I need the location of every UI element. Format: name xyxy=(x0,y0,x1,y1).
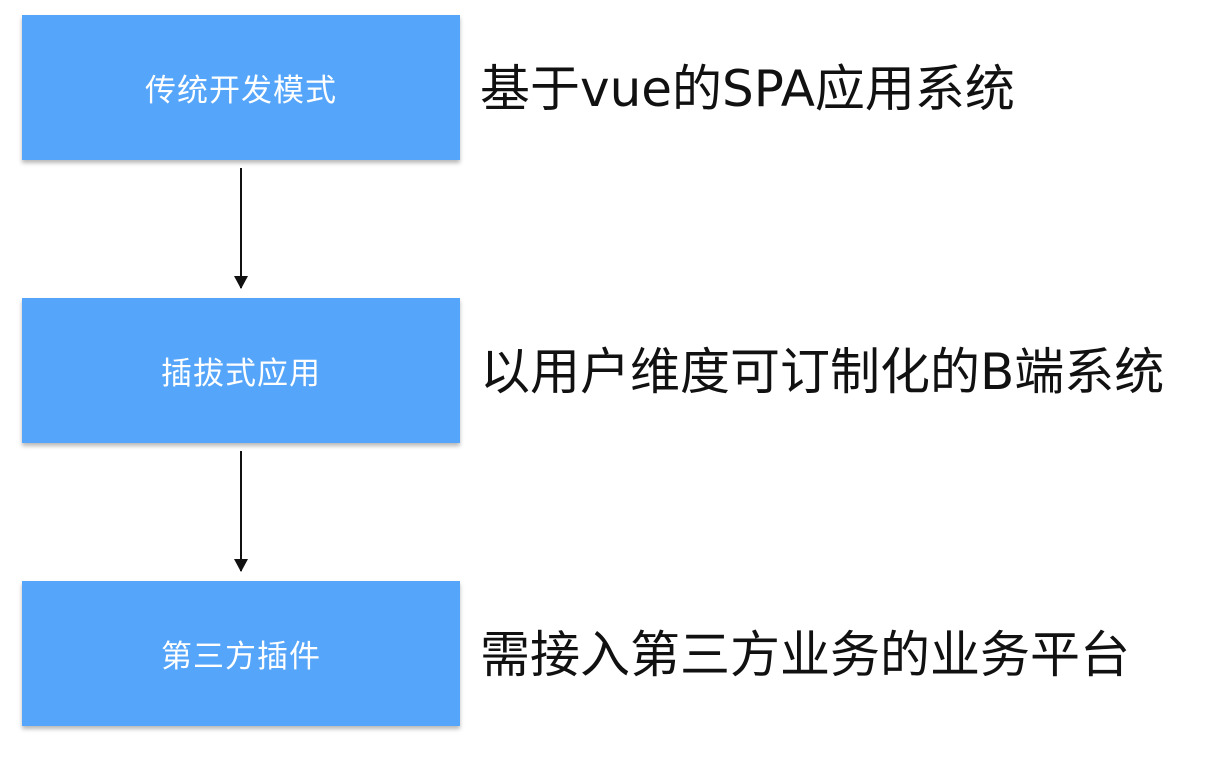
arrow-head xyxy=(234,276,248,289)
arrow-head xyxy=(234,559,248,572)
stage-description-pluggable-application: 以用户维度可订制化的B端系统 xyxy=(480,343,1165,401)
flow-arrow-2 xyxy=(234,451,248,572)
stage-box-third-party-plugin: 第三方插件 xyxy=(22,581,460,726)
stage-description-traditional-development: 基于vue的SPA应用系统 xyxy=(480,60,1015,118)
stage-description-third-party-plugin: 需接入第三方业务的业务平台 xyxy=(480,626,1130,684)
stage-label: 插拔式应用 xyxy=(161,356,321,392)
stage-box-pluggable-application: 插拔式应用 xyxy=(22,298,460,443)
stage-label: 传统开发模式 xyxy=(145,73,337,109)
stage-label: 第三方插件 xyxy=(161,639,321,675)
flow-arrow-1 xyxy=(234,168,248,289)
stage-box-traditional-development: 传统开发模式 xyxy=(22,15,460,160)
